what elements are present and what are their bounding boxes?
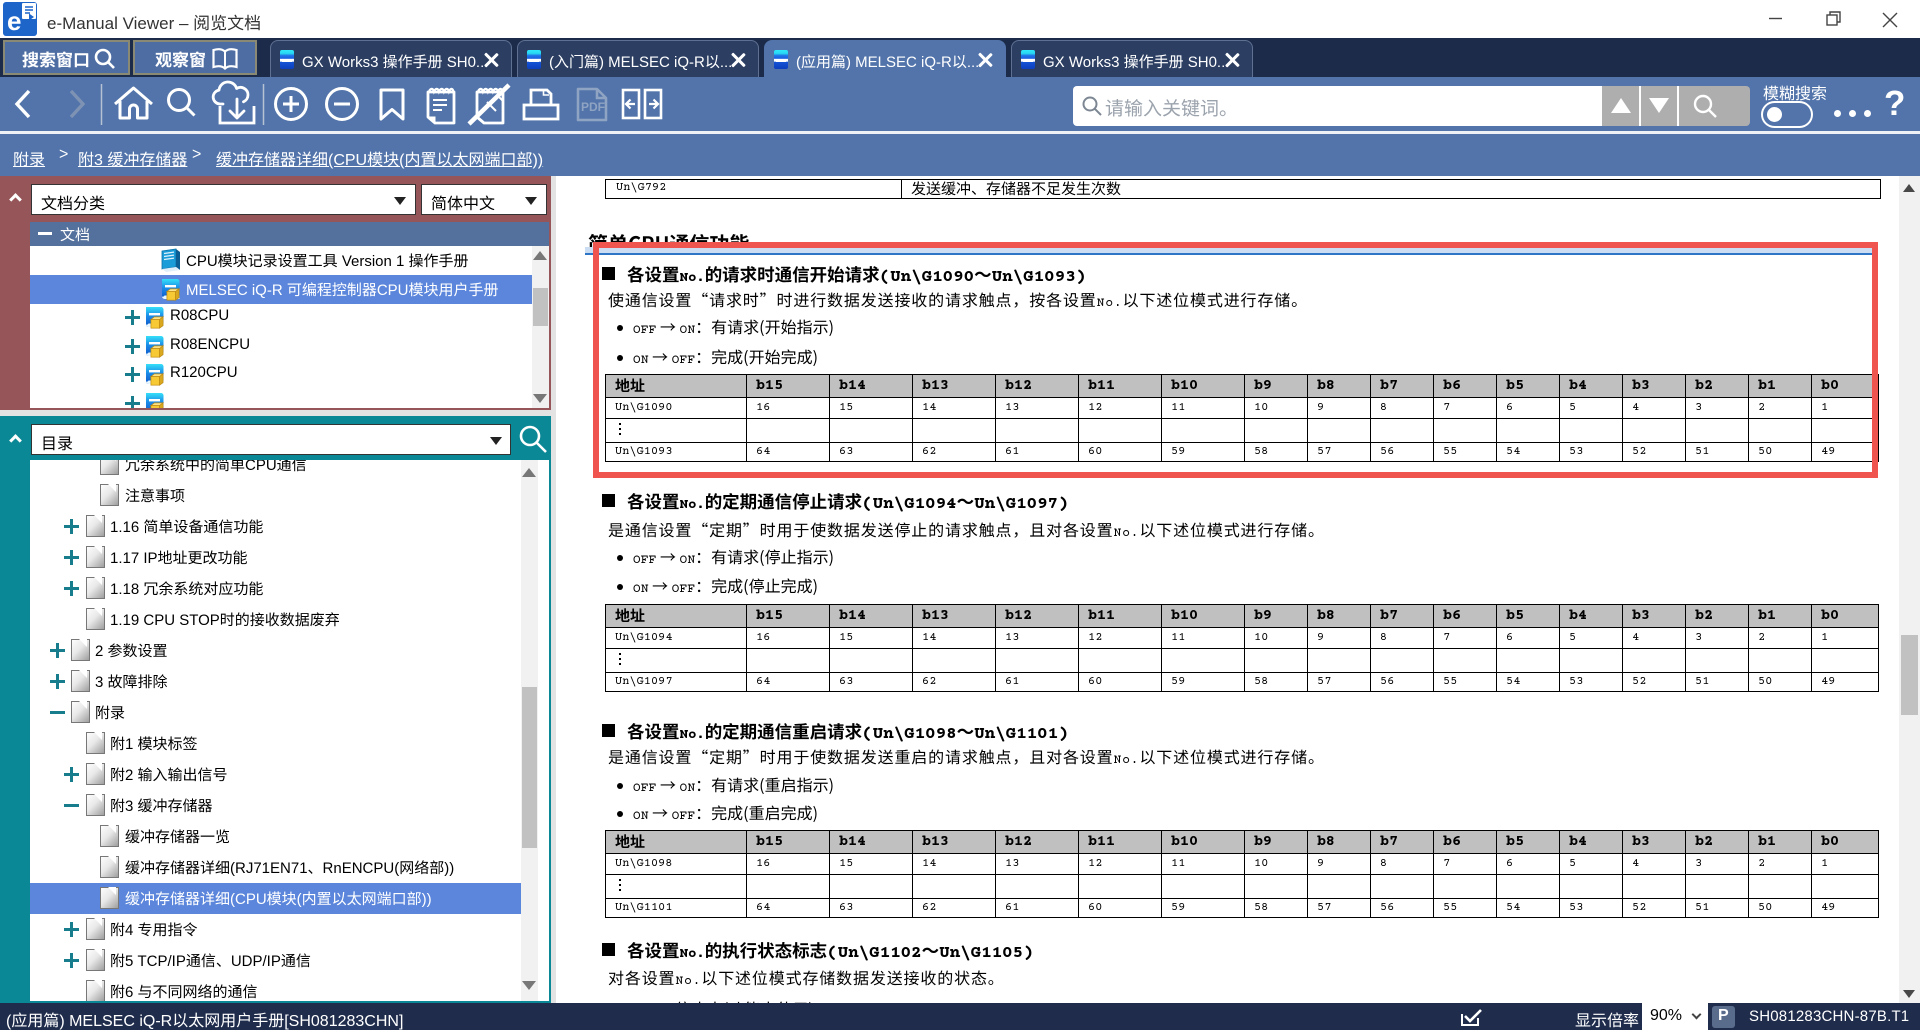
svg-text:PDF: PDF [581,100,605,114]
svg-text:e: e [7,6,21,36]
